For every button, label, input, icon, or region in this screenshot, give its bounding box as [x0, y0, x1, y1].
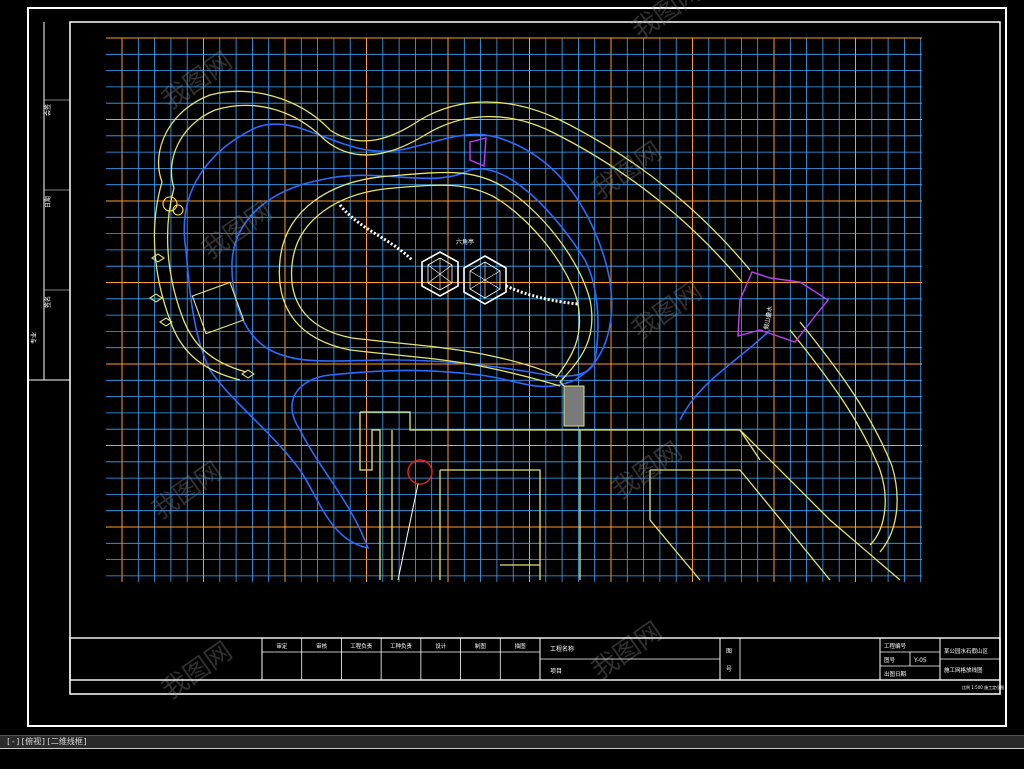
garden-paths: [153, 90, 901, 581]
strip-label-4: 专业: [30, 332, 38, 344]
watermark-text: 我图网: [197, 196, 278, 265]
item-label: 项目: [550, 668, 562, 675]
title-block-header: 工程负责: [350, 642, 373, 650]
cad-drawing-canvas[interactable]: 会签 日期 签名 专业 六角亭 假山叠水 我图网我图网我图网我图网我图网我图网 …: [0, 0, 1024, 768]
pond-outline: [183, 123, 771, 550]
strip-label-2: 日期: [44, 196, 52, 208]
watermark-text: 我图网: [157, 46, 238, 115]
sheet-outer-border: [27, 7, 1007, 727]
stamp-label-1: 图: [726, 648, 732, 655]
viewport-controls-label[interactable]: [-][俯视][二维线框]: [6, 736, 88, 748]
title-block-header: 设计: [435, 642, 447, 650]
left-signature-strip: 会签 日期 签名 专业: [28, 22, 70, 381]
stamp-label-2: 号: [726, 666, 732, 673]
title-block-header: 审核: [316, 642, 328, 650]
drawing-no-value: Y-05: [913, 657, 927, 664]
rockery-label: 假山叠水: [762, 305, 774, 330]
strip-label-3: 签名: [44, 296, 52, 308]
construction-grid: [106, 37, 922, 582]
drawing-no-label: 图号: [884, 656, 896, 664]
project-no-label: 工程编号: [884, 642, 907, 650]
viewport-control-bar[interactable]: [-][俯视][二维线框]: [0, 735, 1024, 748]
date-label: 出图日期: [884, 670, 907, 678]
title-block-header: 制图: [475, 642, 487, 650]
command-line-area[interactable]: [0, 748, 1024, 769]
watermark-text: 我图网: [627, 0, 708, 46]
circle-marker-icon[interactable]: [407, 459, 433, 485]
scale-footnote: 比例 1:500 施工定位图: [962, 684, 1004, 690]
watermark-text: 我图网: [627, 276, 708, 345]
pavilion-label: 六角亭: [456, 238, 474, 246]
drawing-title-line1: 某公园水石假山区: [944, 647, 989, 655]
watermark-text: 我图网: [607, 436, 688, 505]
drawing-title-line2: 施工网格放线图: [944, 666, 983, 674]
watermark-text: 我图网: [157, 636, 238, 705]
watermark-text: 我图网: [587, 616, 668, 685]
strip-label-1: 会签: [44, 104, 52, 116]
title-block-header: 描图: [515, 642, 527, 650]
title-block-header: 审定: [276, 642, 288, 650]
bridge: [563, 385, 585, 427]
project-name-label: 工程名称: [550, 645, 574, 653]
title-block-header: 工种负责: [390, 642, 413, 650]
sheet-inner-border: [69, 21, 1001, 695]
